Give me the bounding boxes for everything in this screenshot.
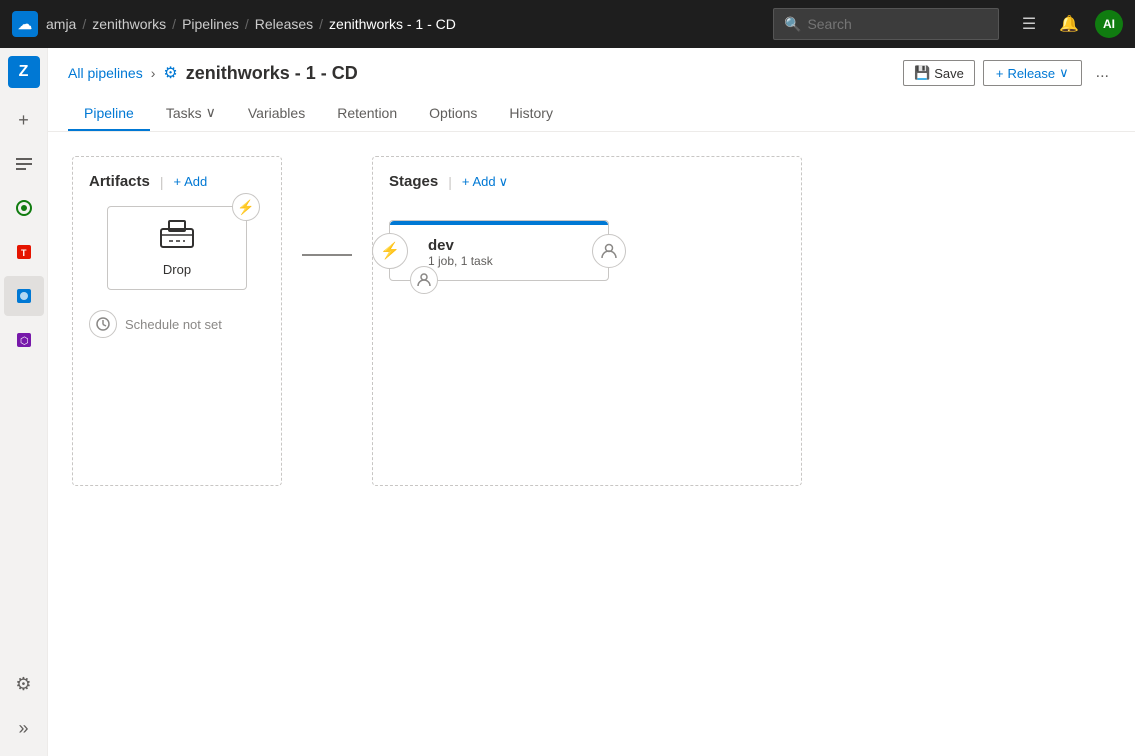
tab-retention[interactable]: Retention	[321, 96, 413, 131]
stages-title: Stages	[389, 173, 438, 190]
breadcrumb-current: zenithworks - 1 - CD	[329, 16, 456, 32]
tab-options[interactable]: Options	[413, 96, 493, 131]
artifact-trigger-button[interactable]: ⚡	[232, 193, 260, 221]
sidebar-item-repos[interactable]	[4, 188, 44, 228]
stage-person-button[interactable]	[410, 266, 438, 294]
stages-section: Stages | + Add ∨	[372, 156, 802, 486]
sidebar-item-testplans[interactable]: T	[4, 232, 44, 272]
pipeline-tabs: Pipeline Tasks ∨ Variables Retention Opt…	[68, 96, 1115, 131]
schedule-icon	[89, 310, 117, 338]
release-button[interactable]: + Release ∨	[983, 60, 1082, 86]
chevron-right-icon: ›	[151, 65, 156, 81]
add-stage-button[interactable]: + Add ∨	[462, 174, 508, 190]
pipeline-title-icon: ⚙	[163, 63, 177, 83]
artifacts-section: Artifacts | + Add ⚡	[72, 156, 282, 486]
stage-approver-button[interactable]	[592, 234, 626, 268]
page-title: zenithworks - 1 - CD	[186, 63, 358, 84]
artifacts-title: Artifacts	[89, 173, 150, 190]
content-area: All pipelines › ⚙ zenithworks - 1 - CD 💾…	[48, 48, 1135, 756]
svg-text:T: T	[21, 248, 27, 258]
chevron-down-icon: ∨	[1059, 65, 1069, 81]
schedule-label: Schedule not set	[125, 317, 222, 332]
tab-pipeline[interactable]: Pipeline	[68, 96, 150, 131]
lightning-icon: ⚡	[237, 199, 254, 216]
plus-icon: +	[996, 66, 1004, 81]
main-layout: Z + T ⬡ ⚙ » All pipelines › ⚙	[0, 48, 1135, 756]
top-bar: ☁ amja / zenithworks / Pipelines / Relea…	[0, 0, 1135, 48]
stage-meta: 1 job, 1 task	[428, 254, 594, 268]
stage-info: dev 1 job, 1 task	[404, 237, 594, 268]
tab-tasks[interactable]: Tasks ∨	[150, 96, 232, 131]
sidebar-item-pipelines[interactable]	[4, 276, 44, 316]
breadcrumb-amja[interactable]: amja	[46, 16, 76, 32]
chevron-down-icon: ∨	[499, 174, 509, 190]
breadcrumb: amja / zenithworks / Pipelines / Release…	[46, 16, 456, 32]
add-artifact-button[interactable]: + Add	[174, 174, 208, 189]
sidebar-item-settings[interactable]: ⚙	[4, 664, 44, 704]
svg-text:⬡: ⬡	[20, 336, 29, 347]
stage-trigger-button[interactable]: ⚡	[372, 233, 408, 269]
pipeline-header: All pipelines › ⚙ zenithworks - 1 - CD 💾…	[48, 48, 1135, 132]
lightning-icon: ⚡	[380, 241, 400, 261]
pipeline-canvas: Artifacts | + Add ⚡	[48, 132, 1135, 756]
canvas-grid: Artifacts | + Add ⚡	[72, 156, 1111, 486]
avatar[interactable]: AI	[1095, 10, 1123, 38]
artifact-icon	[159, 219, 195, 256]
save-button[interactable]: 💾 Save	[903, 60, 975, 86]
notifications-icon[interactable]: 🔔	[1055, 10, 1083, 38]
chevron-down-icon: ∨	[206, 104, 216, 121]
sidebar-item-boards[interactable]	[4, 144, 44, 184]
stage-wrapper: ⚡ dev 1 job, 1 task	[389, 220, 609, 281]
save-icon: 💾	[914, 65, 930, 81]
search-input[interactable]	[807, 16, 988, 32]
stage-card-body: ⚡ dev 1 job, 1 task	[390, 225, 608, 280]
breadcrumb-releases[interactable]: Releases	[255, 16, 313, 32]
stage-name: dev	[428, 237, 594, 254]
sidebar-item-collapse[interactable]: »	[4, 708, 44, 748]
stages-header: Stages | + Add ∨	[389, 173, 785, 190]
breadcrumb-zenithworks[interactable]: zenithworks	[92, 16, 166, 32]
azure-logo: ☁	[12, 11, 38, 37]
pipeline-title-row: All pipelines › ⚙ zenithworks - 1 - CD 💾…	[68, 60, 1115, 86]
pipeline-breadcrumb: All pipelines › ⚙ zenithworks - 1 - CD	[68, 63, 358, 84]
search-icon: 🔍	[784, 16, 801, 33]
top-bar-icons: ☰ 🔔 AI	[1015, 10, 1123, 38]
connector-area	[302, 156, 352, 256]
connector-line	[302, 254, 352, 256]
more-options-button[interactable]: ...	[1090, 60, 1115, 86]
sidebar: Z + T ⬡ ⚙ »	[0, 48, 48, 756]
stage-card-dev[interactable]: ⚡ dev 1 job, 1 task	[389, 220, 609, 281]
tab-history[interactable]: History	[493, 96, 569, 131]
breadcrumb-pipelines[interactable]: Pipelines	[182, 16, 239, 32]
artifact-card[interactable]: ⚡	[107, 206, 247, 290]
tab-variables[interactable]: Variables	[232, 96, 321, 131]
plus-icon: +	[174, 174, 182, 189]
search-bar[interactable]: 🔍	[773, 8, 999, 40]
sidebar-logo[interactable]: Z	[8, 56, 40, 88]
all-pipelines-link[interactable]: All pipelines	[68, 65, 143, 81]
sidebar-item-new[interactable]: +	[4, 100, 44, 140]
artifact-name: Drop	[163, 262, 191, 277]
list-icon[interactable]: ☰	[1015, 10, 1043, 38]
artifacts-header: Artifacts | + Add	[89, 173, 265, 190]
plus-icon: +	[462, 174, 470, 189]
schedule-row[interactable]: Schedule not set	[89, 310, 265, 338]
sidebar-item-artifacts[interactable]: ⬡	[4, 320, 44, 360]
pipeline-actions: 💾 Save + Release ∨ ...	[903, 60, 1115, 86]
